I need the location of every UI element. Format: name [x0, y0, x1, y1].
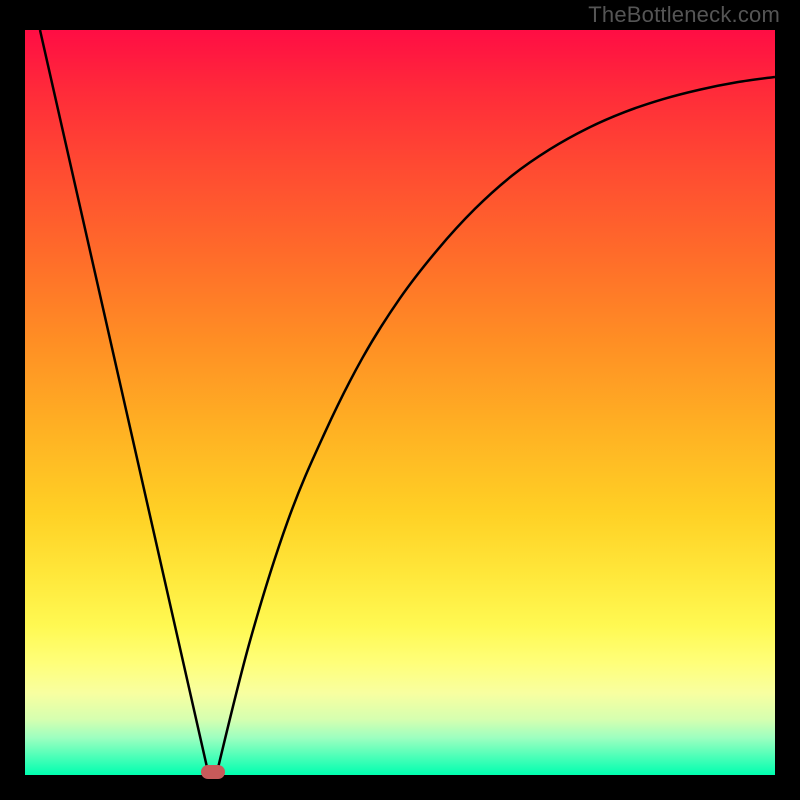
optimal-point-marker — [201, 765, 225, 779]
bottleneck-curve — [25, 30, 775, 775]
curve-right-segment — [216, 77, 775, 775]
chart-frame: TheBottleneck.com — [0, 0, 800, 800]
watermark-text: TheBottleneck.com — [588, 0, 780, 30]
curve-left-segment — [40, 30, 209, 775]
plot-area — [25, 30, 775, 775]
